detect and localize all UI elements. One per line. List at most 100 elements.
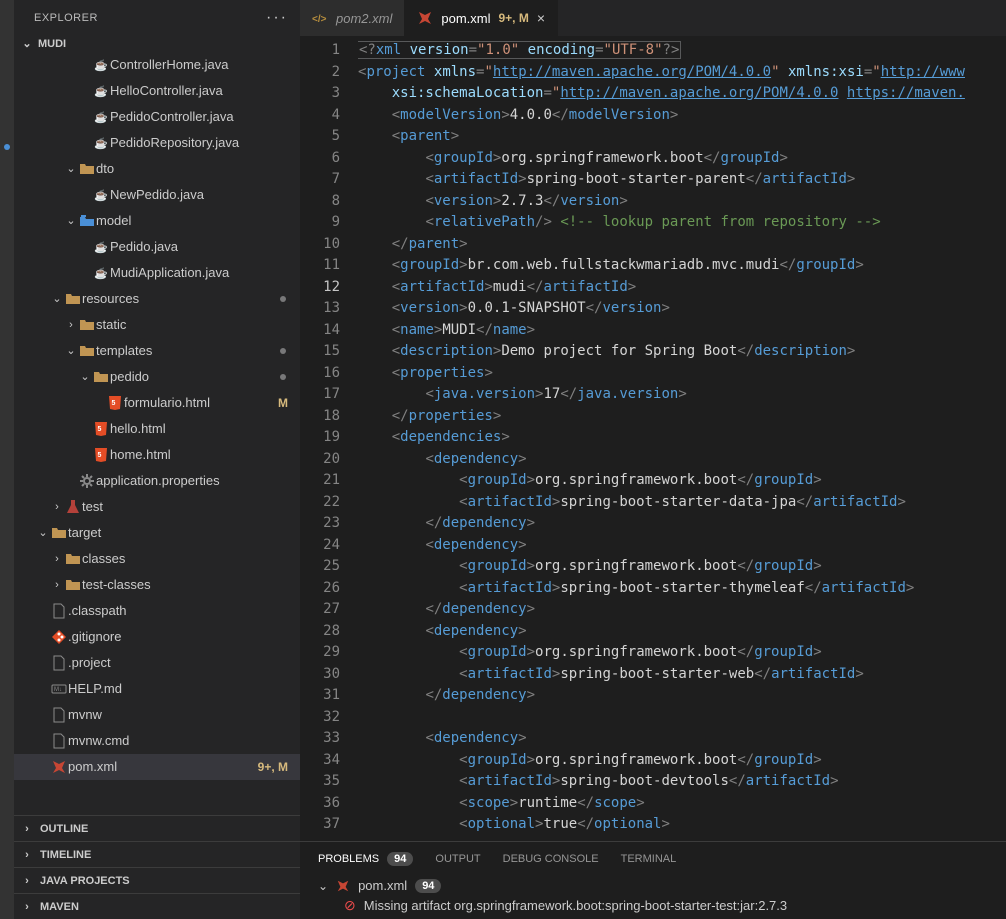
line-number: 2 — [300, 62, 340, 84]
tree-item-mudiapplication-java[interactable]: ☕MudiApplication.java — [14, 260, 300, 286]
tree-item-model[interactable]: ⌄model — [14, 208, 300, 234]
line-number: 29 — [300, 642, 340, 664]
tree-item-label: PedidoRepository.java — [110, 130, 292, 156]
line-number: 27 — [300, 599, 340, 621]
project-root[interactable]: ⌄ MUDI — [14, 35, 300, 52]
tree-item-label: application.properties — [96, 468, 292, 494]
gear-icon — [78, 473, 96, 489]
tree-item-static[interactable]: ›static — [14, 312, 300, 338]
folder-icon — [64, 551, 82, 567]
chevron-right-icon: › — [20, 823, 34, 835]
svg-text:☕: ☕ — [94, 110, 108, 124]
folder-icon — [64, 291, 82, 307]
tree-item--classpath[interactable]: .classpath — [14, 598, 300, 624]
line-number: 36 — [300, 793, 340, 815]
section-label: JAVA PROJECTS — [40, 875, 130, 887]
section-outline[interactable]: › OUTLINE — [14, 815, 300, 841]
line-number: 5 — [300, 126, 340, 148]
tree-item-formulario-html[interactable]: 5formulario.htmlM — [14, 390, 300, 416]
tree-item-label: test-classes — [82, 572, 292, 598]
line-number: 4 — [300, 105, 340, 127]
panel-tab-label: DEBUG CONSOLE — [503, 853, 599, 865]
html-icon: 5 — [106, 395, 124, 411]
tree-item-test-classes[interactable]: ›test-classes — [14, 572, 300, 598]
test-icon — [64, 499, 82, 515]
panel-tab-terminal[interactable]: TERMINAL — [621, 853, 677, 865]
tab-label: pom.xml — [441, 11, 490, 26]
section-java-projects[interactable]: › JAVA PROJECTS — [14, 867, 300, 893]
panel-tab-problems[interactable]: PROBLEMS94 — [318, 852, 413, 866]
java-icon: ☕ — [92, 187, 110, 203]
problems-file-row[interactable]: ⌄ pom.xml 94 — [318, 878, 988, 893]
line-number: 8 — [300, 191, 340, 213]
problems-file-name: pom.xml — [358, 878, 407, 893]
tree-item-home-html[interactable]: 5home.html — [14, 442, 300, 468]
panel-tab-output[interactable]: OUTPUT — [435, 853, 480, 865]
tree-item-label: classes — [82, 546, 292, 572]
more-actions-icon[interactable]: ··· — [266, 9, 288, 27]
section-timeline[interactable]: ›TIMELINE — [14, 841, 300, 867]
file-icon — [50, 655, 68, 671]
tree-item-hello-html[interactable]: 5hello.html — [14, 416, 300, 442]
tree-item-application-properties[interactable]: application.properties — [14, 468, 300, 494]
code-content[interactable]: <?xml version="1.0" encoding="UTF-8"?><p… — [358, 36, 1006, 841]
java-icon: ☕ — [92, 265, 110, 281]
html-icon: 5 — [92, 447, 110, 463]
tree-item-resources[interactable]: ⌄resources — [14, 286, 300, 312]
tree-item-label: templates — [96, 338, 280, 364]
tree-item-hellocontroller-java[interactable]: ☕HelloController.java — [14, 78, 300, 104]
editor-area: </>pom2.xmlpom.xml9+, M× 123456789101112… — [300, 0, 1006, 919]
file-icon — [50, 707, 68, 723]
tree-item-controllerhome-java[interactable]: ☕ControllerHome.java — [14, 52, 300, 78]
editor-body[interactable]: 1234567891011121314151617181920212223242… — [300, 36, 1006, 841]
line-number: 14 — [300, 320, 340, 342]
tree-item-target[interactable]: ⌄target — [14, 520, 300, 546]
tree-item-help-md[interactable]: M↓HELP.md — [14, 676, 300, 702]
line-number: 26 — [300, 578, 340, 600]
folder-icon — [92, 369, 110, 385]
problem-item[interactable]: ⊘ Missing artifact org.springframework.b… — [318, 897, 988, 914]
tab-pom2-xml[interactable]: </>pom2.xml — [300, 0, 405, 36]
explorer-title: EXPLORER — [34, 12, 98, 24]
chevron-down-icon: ⌄ — [318, 879, 328, 893]
tree-item-newpedido-java[interactable]: ☕NewPedido.java — [14, 182, 300, 208]
section-label: OUTLINE — [40, 823, 88, 835]
file-tree: ☕ControllerHome.java☕HelloController.jav… — [14, 52, 300, 815]
tree-item-pedidorepository-java[interactable]: ☕PedidoRepository.java — [14, 130, 300, 156]
tree-item-label: resources — [82, 286, 280, 312]
panel-tab-debug-console[interactable]: DEBUG CONSOLE — [503, 853, 599, 865]
git-icon — [50, 629, 68, 645]
folder-icon — [64, 577, 82, 593]
svg-text:☕: ☕ — [94, 240, 108, 254]
tree-item-label: MudiApplication.java — [110, 260, 292, 286]
tab-pom-xml[interactable]: pom.xml9+, M× — [405, 0, 558, 36]
svg-text:5: 5 — [98, 452, 102, 459]
tree-item-dto[interactable]: ⌄dto — [14, 156, 300, 182]
chevron-right-icon: › — [20, 901, 34, 913]
tree-item-pedido-java[interactable]: ☕Pedido.java — [14, 234, 300, 260]
tree-item-mvnw[interactable]: mvnw — [14, 702, 300, 728]
tree-item-test[interactable]: ›test — [14, 494, 300, 520]
line-number: 33 — [300, 728, 340, 750]
line-number: 7 — [300, 169, 340, 191]
panel-tab-label: TERMINAL — [621, 853, 677, 865]
section-maven[interactable]: ›MAVEN — [14, 893, 300, 919]
tree-item--gitignore[interactable]: .gitignore — [14, 624, 300, 650]
tree-item-pedidocontroller-java[interactable]: ☕PedidoController.java — [14, 104, 300, 130]
line-number: 23 — [300, 513, 340, 535]
tree-item-label: .classpath — [68, 598, 292, 624]
tree-item-templates[interactable]: ⌄templates — [14, 338, 300, 364]
panel-tab-label: OUTPUT — [435, 853, 480, 865]
tree-item-pedido[interactable]: ⌄pedido — [14, 364, 300, 390]
tree-item-pom-xml[interactable]: pom.xml9+, M — [14, 754, 300, 780]
close-icon[interactable]: × — [537, 10, 545, 26]
tree-item-label: .project — [68, 650, 292, 676]
java-icon: ☕ — [92, 239, 110, 255]
tab-label: pom2.xml — [336, 11, 392, 26]
chevron-right-icon: › — [20, 875, 34, 887]
tree-item--project[interactable]: .project — [14, 650, 300, 676]
tree-item-label: PedidoController.java — [110, 104, 292, 130]
tree-item-mvnw-cmd[interactable]: mvnw.cmd — [14, 728, 300, 754]
tree-item-classes[interactable]: ›classes — [14, 546, 300, 572]
tree-item-label: dto — [96, 156, 292, 182]
